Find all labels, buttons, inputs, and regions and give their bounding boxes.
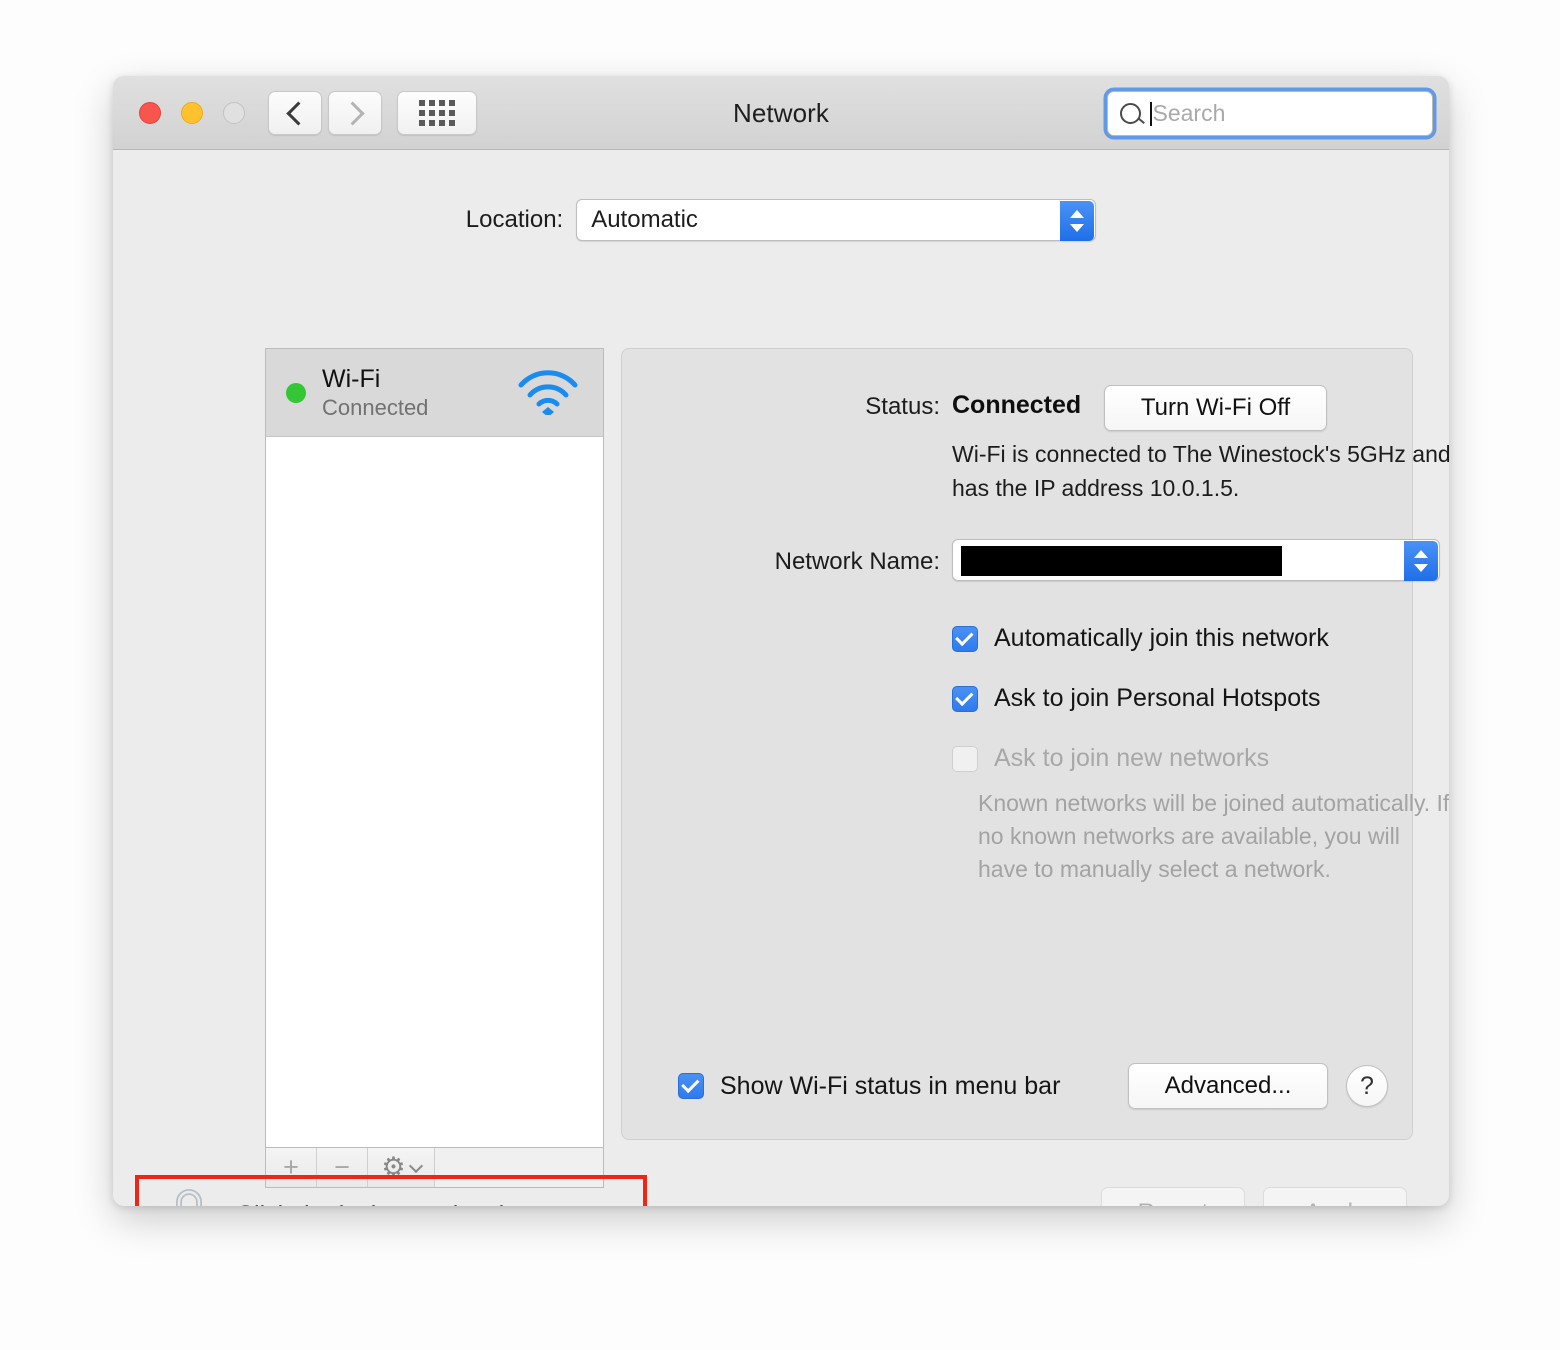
lock-annotation-highlight: Click the lock to make changes. bbox=[135, 1175, 647, 1206]
checkmark-icon bbox=[955, 627, 974, 646]
status-indicator-dot bbox=[286, 382, 306, 403]
search-icon bbox=[1120, 103, 1141, 124]
wifi-detail-panel: Status: Connected Turn Wi-Fi Off Wi-Fi i… bbox=[621, 348, 1449, 1140]
network-services-list[interactable]: Wi-Fi Connected bbox=[265, 348, 604, 1148]
checkbox-box[interactable] bbox=[952, 625, 978, 652]
footer-buttons: Revert Apply bbox=[1101, 1187, 1407, 1206]
status-description: Wi-Fi is connected to The Winestock's 5G… bbox=[952, 441, 1449, 501]
chevron-down-icon bbox=[1414, 564, 1428, 572]
window-titlebar: Network Search bbox=[113, 76, 1449, 150]
system-preferences-window: Network Search Location: Automatic Wi-Fi… bbox=[113, 76, 1449, 1206]
checkbox-personal-hotspots[interactable]: Ask to join Personal Hotspots bbox=[952, 684, 1321, 713]
lock-message: Click the lock to make changes. bbox=[236, 1201, 588, 1207]
service-name: Wi-Fi bbox=[322, 364, 381, 393]
ask-join-help-text: Known networks will be joined automatica… bbox=[978, 790, 1449, 882]
location-stepper-icon[interactable] bbox=[1060, 201, 1095, 241]
checkbox-label: Ask to join Personal Hotspots bbox=[994, 684, 1321, 712]
search-field[interactable]: Search bbox=[1107, 91, 1433, 136]
checkbox-box bbox=[952, 745, 978, 772]
service-text: Wi-Fi Connected bbox=[322, 365, 515, 421]
revert-button: Revert bbox=[1101, 1187, 1245, 1206]
turn-wifi-off-button[interactable]: Turn Wi-Fi Off bbox=[1104, 385, 1327, 431]
network-name-popup-button[interactable] bbox=[952, 539, 1440, 581]
location-row: Location: Automatic bbox=[113, 199, 1449, 241]
location-value: Automatic bbox=[591, 206, 698, 233]
checkmark-icon bbox=[681, 1074, 700, 1094]
location-popup-button[interactable]: Automatic bbox=[576, 199, 1097, 241]
checkbox-auto-join[interactable]: Automatically join this network bbox=[952, 624, 1329, 653]
lock-row[interactable]: Click the lock to make changes. bbox=[139, 1179, 643, 1206]
chevron-down-icon bbox=[1070, 224, 1085, 232]
status-label: Status: bbox=[865, 393, 940, 420]
wifi-icon bbox=[515, 365, 581, 420]
search-placeholder: Search bbox=[1152, 100, 1226, 126]
checkbox-label: Ask to join new networks bbox=[994, 744, 1270, 772]
window-body: Location: Automatic Wi-Fi Connected + − … bbox=[113, 150, 1449, 1206]
service-row-wifi[interactable]: Wi-Fi Connected bbox=[266, 349, 603, 437]
location-label: Location: bbox=[465, 206, 564, 233]
network-name-stepper-icon[interactable] bbox=[1404, 541, 1438, 581]
menu-bar-checkbox-label: Show Wi-Fi status in menu bar bbox=[720, 1071, 1061, 1100]
checkmark-icon bbox=[955, 687, 974, 706]
service-status: Connected bbox=[322, 394, 429, 420]
chevron-up-icon bbox=[1070, 210, 1085, 218]
chevron-down-icon bbox=[408, 1158, 423, 1173]
checkbox-label: Automatically join this network bbox=[994, 624, 1329, 652]
apply-button: Apply bbox=[1263, 1187, 1407, 1206]
help-button[interactable]: ? bbox=[1346, 1065, 1388, 1107]
text-cursor bbox=[1150, 101, 1152, 126]
advanced-button[interactable]: Advanced... bbox=[1128, 1063, 1328, 1109]
network-name-label: Network Name: bbox=[774, 548, 940, 575]
locked-padlock-icon[interactable] bbox=[164, 1184, 214, 1206]
chevron-up-icon bbox=[1414, 550, 1428, 558]
checkbox-ask-join-new: Ask to join new networks bbox=[952, 744, 1269, 773]
checkbox-box-menu-bar[interactable] bbox=[678, 1073, 704, 1099]
panel-bottom-row: Show Wi-Fi status in menu bar Advanced..… bbox=[678, 1063, 1388, 1109]
status-value: Connected bbox=[952, 391, 1082, 419]
screen: Network Search Location: Automatic Wi-Fi… bbox=[0, 0, 1560, 1350]
checkbox-box[interactable] bbox=[952, 685, 978, 712]
redacted-network-name bbox=[961, 546, 1282, 576]
